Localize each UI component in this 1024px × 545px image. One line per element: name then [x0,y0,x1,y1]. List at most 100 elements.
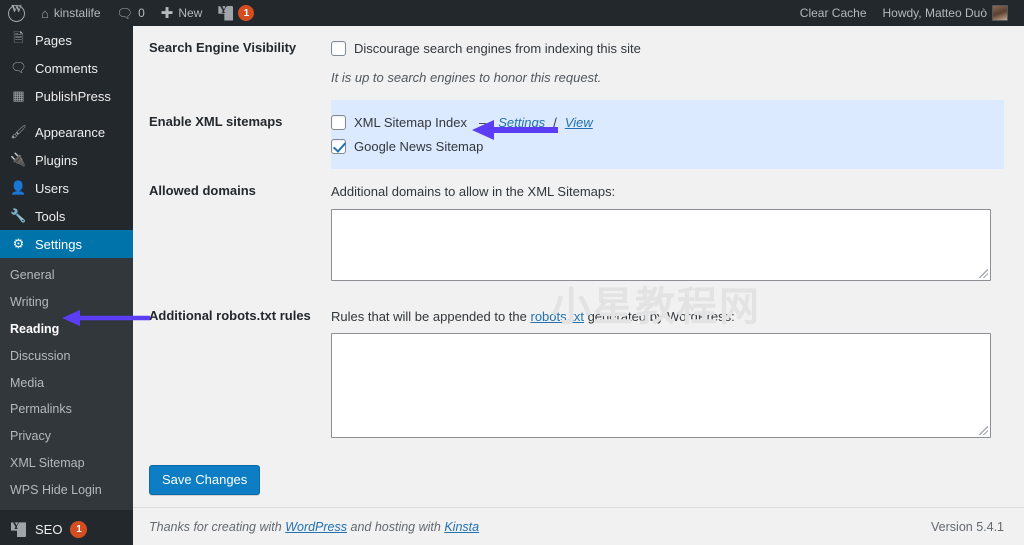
discourage-search-engines-row[interactable]: Discourage search engines from indexing … [331,39,994,59]
table-row-allowed-domains: Allowed domains Additional domains to al… [149,169,1004,294]
users-icon: 👤 [10,180,27,197]
comment-icon: 🗨 [117,7,134,20]
xml-sitemap-index-dash: – [479,113,486,133]
sidebar-item-label: Plugins [35,154,78,167]
sidebar-subitem-general[interactable]: General [0,262,133,289]
submit-area: Save Changes [149,451,1004,503]
sidebar-subitem-xml-sitemap[interactable]: XML Sitemap [0,450,133,477]
google-news-sitemap-checkbox[interactable] [331,139,346,154]
row-content-robots-txt: Rules that will be appended to the robot… [331,294,1004,452]
admin-sidebar-menu: 🗎 Pages 🗨 Comments ▦ PublishPress 🖌 Appe… [0,26,133,545]
plugins-icon: 🔌 [10,152,27,169]
footer-thanks-middle: and hosting with [351,520,441,534]
sidebar-subitem-wps-hide-login[interactable]: WPS Hide Login [0,477,133,504]
tools-icon: 🔧 [10,208,27,225]
robots-txt-desc-after: generated by WordPress: [588,309,735,324]
my-account-menu[interactable]: Howdy, Matteo Duò [875,0,1017,26]
table-row-search-engine-visibility: Search Engine Visibility Discourage sear… [149,26,1004,100]
sidebar-item-label: Pages [35,34,72,47]
footer-thanks-before: Thanks for creating with [149,520,282,534]
sidebar-subitem-reading[interactable]: Reading [0,316,133,343]
sidebar-subitem-privacy[interactable]: Privacy [0,423,133,450]
sidebar-bottom-group: SEO 1 ◀ Collapse menu [0,516,133,545]
row-content-enable-xml-sitemaps: XML Sitemap Index – Settings / View Goog… [331,100,1004,169]
comments-menu[interactable]: 🗨 0 [109,0,153,26]
xml-sitemap-index-checkbox[interactable] [331,115,346,130]
sidebar-item-pages[interactable]: 🗎 Pages [0,26,133,54]
wp-logo-menu[interactable] [0,0,33,26]
comments-count: 0 [138,6,145,20]
row-content-allowed-domains: Additional domains to allow in the XML S… [331,169,1004,294]
xml-sitemap-settings-link[interactable]: Settings [498,113,545,133]
admin-footer: Thanks for creating with WordPress and h… [133,507,1024,545]
row-label-allowed-domains: Allowed domains [149,169,331,294]
publishpress-icon: ▦ [10,88,27,105]
howdy-label: Howdy, Matteo Duò [883,6,988,20]
row-label-robots-txt: Additional robots.txt rules [149,294,331,452]
sidebar-item-label: Appearance [35,126,105,139]
menu-separator [0,110,133,118]
reading-settings-form: Search Engine Visibility Discourage sear… [133,26,1024,503]
xml-sitemap-index-label: XML Sitemap Index [354,113,467,133]
site-name-menu[interactable]: ⌂ kinstalife [33,0,109,26]
appearance-icon: 🖌 [10,124,27,141]
sidebar-subitem-permalinks[interactable]: Permalinks [0,396,133,423]
comments-icon: 🗨 [10,60,27,77]
clear-cache-button[interactable]: Clear Cache [792,0,875,26]
search-engine-visibility-description: It is up to search engines to honor this… [331,68,994,88]
save-changes-button[interactable]: Save Changes [149,465,260,495]
table-row-robots-txt: Additional robots.txt rules Rules that w… [149,294,1004,452]
wordpress-link[interactable]: WordPress [285,520,347,534]
main-content: 小星教程网 Search Engine Visibility Discourag… [133,26,1024,545]
sidebar-subitem-discussion[interactable]: Discussion [0,343,133,370]
settings-submenu: General Writing Reading Discussion Media… [0,258,133,510]
new-content-menu[interactable]: ✚ New [153,0,211,26]
sidebar-item-label: Comments [35,62,98,75]
sidebar-item-comments[interactable]: 🗨 Comments [0,54,133,82]
sidebar-item-tools[interactable]: 🔧 Tools [0,202,133,230]
robots-txt-link[interactable]: robots.txt [530,309,583,324]
allowed-domains-textarea[interactable] [331,209,991,281]
seo-notification-badge: 1 [70,521,87,538]
pages-icon: 🗎 [10,32,27,49]
robots-txt-textarea[interactable] [331,333,991,438]
home-icon: ⌂ [41,7,49,20]
admin-bar-right: Clear Cache Howdy, Matteo Duò [792,0,1024,26]
allowed-domains-description: Additional domains to allow in the XML S… [331,182,994,202]
sidebar-item-appearance[interactable]: 🖌 Appearance [0,118,133,146]
sidebar-item-seo[interactable]: SEO 1 [0,516,133,544]
avatar [992,5,1008,21]
robots-txt-desc-before: Rules that will be appended to the [331,309,527,324]
yoast-seo-menu[interactable]: 1 [210,0,262,26]
yoast-notification-badge: 1 [238,5,254,21]
row-content-search-engine-visibility: Discourage search engines from indexing … [331,26,1004,100]
sidebar-item-label: PublishPress [35,90,111,103]
sidebar-item-settings[interactable]: ⚙ Settings [0,230,133,258]
sidebar-subitem-media[interactable]: Media [0,370,133,397]
yoast-icon [218,6,233,21]
admin-bar: ⌂ kinstalife 🗨 0 ✚ New 1 Clear Cache How… [0,0,1024,26]
yoast-icon [10,521,27,538]
table-row-enable-xml-sitemaps: Enable XML sitemaps XML Sitemap Index – … [149,100,1004,169]
discourage-search-engines-checkbox[interactable] [331,41,346,56]
sidebar-subitem-writing[interactable]: Writing [0,289,133,316]
xml-sitemap-index-row[interactable]: XML Sitemap Index – Settings / View [331,113,994,133]
google-news-sitemap-label: Google News Sitemap [354,137,483,157]
settings-table: Search Engine Visibility Discourage sear… [149,26,1004,451]
kinsta-link[interactable]: Kinsta [444,520,479,534]
sidebar-item-publishpress[interactable]: ▦ PublishPress [0,82,133,110]
sidebar-item-users[interactable]: 👤 Users [0,174,133,202]
sidebar-item-label: SEO [35,523,62,536]
wordpress-icon [8,5,25,22]
link-separator: / [553,113,557,133]
footer-thanks: Thanks for creating with WordPress and h… [149,520,479,534]
sidebar-item-label: Tools [35,210,65,223]
sidebar-item-plugins[interactable]: 🔌 Plugins [0,146,133,174]
xml-sitemap-view-link[interactable]: View [565,113,593,133]
settings-icon: ⚙ [10,236,27,253]
new-content-label: New [178,6,202,20]
site-name-label: kinstalife [54,6,101,20]
robots-txt-description: Rules that will be appended to the robot… [331,307,994,327]
sidebar-item-label: Users [35,182,69,195]
google-news-sitemap-row[interactable]: Google News Sitemap [331,137,994,157]
